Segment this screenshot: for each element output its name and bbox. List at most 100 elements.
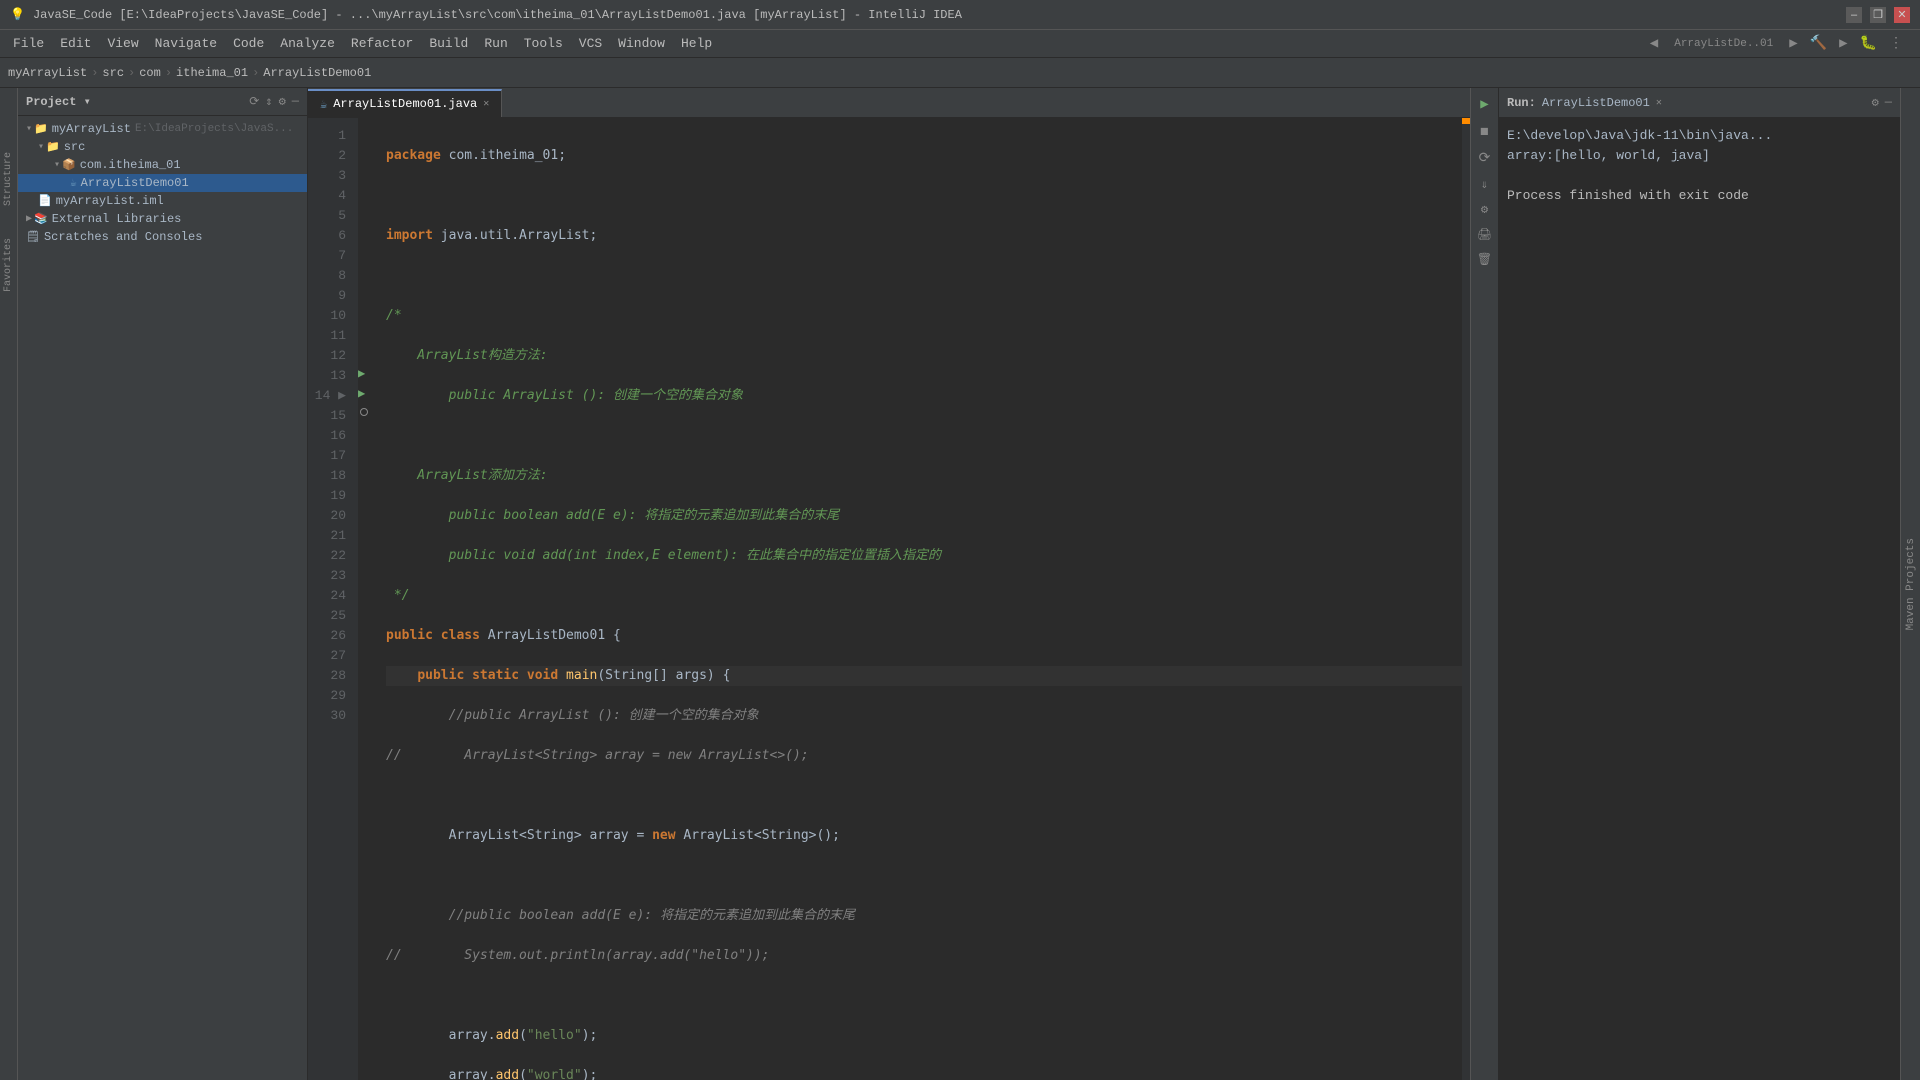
run-exit-line: Process finished with exit code bbox=[1507, 186, 1892, 206]
menu-run[interactable]: Run bbox=[476, 32, 515, 55]
code-line-15: //public ArrayList (): 创建一个空的集合对象 bbox=[386, 706, 1462, 726]
run-tab-name[interactable]: ArrayListDemo01 bbox=[1542, 96, 1650, 110]
sidebar-sync-icon[interactable]: ⟳ bbox=[249, 94, 259, 109]
forward-icon[interactable]: ▶ bbox=[1785, 33, 1801, 54]
editor-tab-arraylistdemo01[interactable]: ☕ ArrayListDemo01.java ✕ bbox=[308, 89, 502, 117]
ln-29: 29 bbox=[308, 686, 350, 706]
expand-arrow-src: ▾ bbox=[38, 141, 44, 153]
code-line-11: public void add(int index,E element): 在此… bbox=[386, 546, 1462, 566]
run-main-button[interactable]: ▶ bbox=[358, 386, 378, 406]
src-folder-icon: 📁 bbox=[46, 140, 60, 154]
sidebar-close-icon[interactable]: — bbox=[292, 94, 299, 109]
code-line-17 bbox=[386, 786, 1462, 806]
tree-item-src[interactable]: ▾ 📁 src bbox=[18, 138, 307, 156]
menu-window[interactable]: Window bbox=[610, 32, 673, 55]
nav-src[interactable]: src bbox=[102, 66, 124, 80]
code-line-16: // ArrayList<String> array = new ArrayLi… bbox=[386, 746, 1462, 766]
tab-close-button[interactable]: ✕ bbox=[483, 98, 489, 110]
tree-item-arraylistdemo01[interactable]: ☕ ArrayListDemo01 bbox=[18, 174, 307, 192]
toolbar-build-icon[interactable]: 🔨 bbox=[1806, 33, 1831, 54]
ln-2: 2 bbox=[308, 146, 350, 166]
ln-17: 17 bbox=[308, 446, 350, 466]
code-line-19 bbox=[386, 866, 1462, 886]
sidebar-gear-icon[interactable]: ⚙ bbox=[279, 94, 286, 109]
tree-item-myarraylist[interactable]: ▾ 📁 myArrayList E:\IdeaProjects\JavaS... bbox=[18, 120, 307, 138]
menu-build[interactable]: Build bbox=[421, 32, 476, 55]
tree-item-scratches[interactable]: 🗒 Scratches and Consoles bbox=[18, 228, 307, 246]
menu-refactor[interactable]: Refactor bbox=[343, 32, 421, 55]
run-play-icon[interactable]: ▶ bbox=[1476, 92, 1492, 117]
favorites-icon[interactable]: Favorites bbox=[1, 234, 16, 296]
menu-code[interactable]: Code bbox=[225, 32, 272, 55]
code-line-14: public static void main(String[] args) { bbox=[386, 666, 1462, 686]
tab-filename: ArrayListDemo01.java bbox=[333, 97, 477, 111]
close-button[interactable]: ✕ bbox=[1894, 7, 1910, 23]
toolbar-run-icon[interactable]: ▶ bbox=[1835, 33, 1851, 54]
nav-com[interactable]: com bbox=[139, 66, 161, 80]
tree-item-iml[interactable]: 📄 myArrayList.iml bbox=[18, 192, 307, 210]
nav-itheima[interactable]: itheima_01 bbox=[176, 66, 248, 80]
back-icon[interactable]: ◀ bbox=[1646, 33, 1662, 54]
menu-tools[interactable]: Tools bbox=[516, 32, 571, 55]
package-icon: 📦 bbox=[62, 158, 76, 172]
menu-edit[interactable]: Edit bbox=[52, 32, 99, 55]
breakpoint-indicator bbox=[360, 408, 368, 416]
ln-6: 6 bbox=[308, 226, 350, 246]
code-line-4 bbox=[386, 266, 1462, 286]
run-compare-icon[interactable]: 🗑 bbox=[1473, 248, 1496, 271]
run-tab-close[interactable]: ✕ bbox=[1656, 97, 1662, 109]
run-gutter: ▶ ▶ bbox=[358, 118, 378, 1080]
tree-item-external-libs[interactable]: ▶ 📚 External Libraries bbox=[18, 210, 307, 228]
ext-libs-icon: 📚 bbox=[34, 212, 48, 226]
ln-9: 9 bbox=[308, 286, 350, 306]
sep2: › bbox=[128, 66, 135, 80]
ln-26: 26 bbox=[308, 626, 350, 646]
run-class-button[interactable]: ▶ bbox=[358, 366, 378, 386]
sidebar-collapse-icon[interactable]: ⇕ bbox=[265, 94, 272, 109]
maven-projects-sidebar[interactable]: Maven Projects bbox=[1900, 88, 1920, 1080]
run-settings-gear[interactable]: ⚙ bbox=[1872, 95, 1879, 110]
code-line-13: public class ArrayListDemo01 { bbox=[386, 626, 1462, 646]
run-scroll-end-icon[interactable]: ⇓ bbox=[1477, 173, 1492, 196]
menu-vcs[interactable]: VCS bbox=[571, 32, 610, 55]
project-sidebar: Project ▾ ⟳ ⇕ ⚙ — ▾ 📁 myArrayList E:\Ide… bbox=[18, 88, 308, 1080]
run-stop-icon[interactable]: ◼ bbox=[1476, 119, 1492, 144]
run-rerun-icon[interactable]: ⟳ bbox=[1475, 146, 1495, 171]
tree-path: E:\IdeaProjects\JavaS... bbox=[135, 123, 293, 135]
structure-icon[interactable]: Structure bbox=[1, 148, 16, 210]
run-settings-icon[interactable]: ⚙ bbox=[1477, 198, 1492, 221]
menu-help[interactable]: Help bbox=[673, 32, 720, 55]
run-filter-icon[interactable]: 🖨 bbox=[1473, 223, 1496, 246]
expand-arrow-pkg: ▾ bbox=[54, 159, 60, 171]
code-line-3: import java.util.ArrayList; bbox=[386, 226, 1462, 246]
tab-java-icon: ☕ bbox=[320, 97, 327, 112]
sidebar-header: Project ▾ ⟳ ⇕ ⚙ — bbox=[18, 88, 307, 116]
sidebar-controls: ⟳ ⇕ ⚙ — bbox=[249, 94, 299, 109]
toolbar-debug-icon[interactable]: 🐛 bbox=[1856, 33, 1881, 54]
toolbar-more-icon[interactable]: ⋮ bbox=[1885, 33, 1907, 54]
menu-navigate[interactable]: Navigate bbox=[147, 32, 225, 55]
ln-13: 13 bbox=[308, 366, 350, 386]
nav-project[interactable]: myArrayList bbox=[8, 66, 87, 80]
nav-class[interactable]: ArrayListDemo01 bbox=[263, 66, 371, 80]
ln-10: 10 bbox=[308, 306, 350, 326]
run-array-output: array:[hello, world, java] bbox=[1507, 146, 1892, 166]
iml-icon: 📄 bbox=[38, 194, 52, 208]
ln-7: 7 bbox=[308, 246, 350, 266]
breadcrumb-bar: myArrayList › src › com › itheima_01 › A… bbox=[0, 58, 1920, 88]
maximize-button[interactable]: ❒ bbox=[1870, 7, 1886, 23]
project-dropdown[interactable]: Project ▾ bbox=[26, 94, 91, 109]
menu-analyze[interactable]: Analyze bbox=[272, 32, 343, 55]
run-close-icon[interactable]: — bbox=[1885, 95, 1892, 110]
code-area[interactable]: package com.itheima_01; import java.util… bbox=[378, 118, 1462, 1080]
project-tree: ▾ 📁 myArrayList E:\IdeaProjects\JavaS...… bbox=[18, 116, 307, 1080]
menu-view[interactable]: View bbox=[99, 32, 146, 55]
menu-bar: File Edit View Navigate Code Analyze Ref… bbox=[0, 30, 1920, 58]
ln-19: 19 bbox=[308, 486, 350, 506]
code-line-24: array.add("world"); bbox=[386, 1066, 1462, 1080]
tree-item-package[interactable]: ▾ 📦 com.itheima_01 bbox=[18, 156, 307, 174]
minimize-button[interactable]: – bbox=[1846, 7, 1862, 23]
run-path-line: E:\develop\Java\jdk-11\bin\java... bbox=[1507, 126, 1892, 146]
menu-file[interactable]: File bbox=[5, 32, 52, 55]
code-editor: 1 2 3 4 5 6 7 8 9 10 11 12 13 14 ▶ 15 16 bbox=[308, 118, 1470, 1080]
